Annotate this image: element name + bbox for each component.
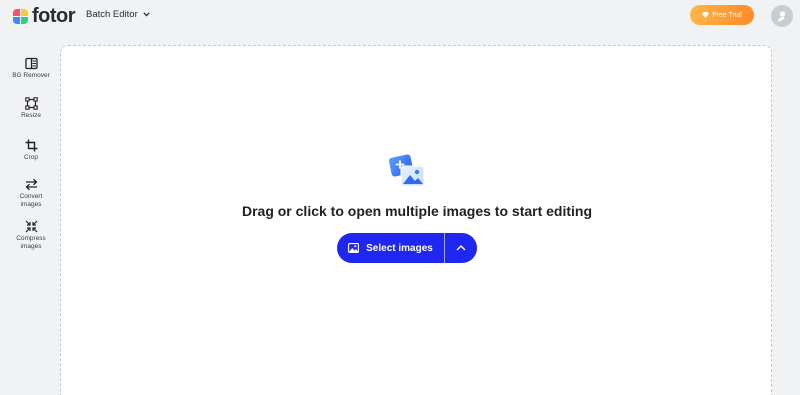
sidebar-item-convert-images[interactable]: Convert images [0,177,62,208]
image-icon [348,243,360,253]
crop-icon [24,138,38,152]
sidebar-item-crop[interactable]: Crop [0,138,62,162]
sidebar-item-bg-remover[interactable]: BG Remover [0,56,62,80]
select-images-label: Select images [366,242,433,254]
fotor-logo[interactable]: fotor [13,5,76,27]
upload-dropzone[interactable]: Drag or click to open multiple images to… [60,45,772,395]
free-trial-button[interactable]: Free Trial [690,5,754,25]
select-images-button[interactable]: Select images [337,233,445,263]
resize-icon [24,96,38,110]
bg-remover-icon [24,56,38,70]
free-trial-label: Free Trial [712,11,742,19]
editor-switch-dropdown[interactable]: Batch Editor [86,9,150,20]
sidebar-item-resize[interactable]: Resize [0,96,62,120]
sidebar-item-label: Compress images [16,235,46,250]
fotor-logo-mark [13,8,28,24]
top-bar: fotor Batch Editor Free Trial [0,0,800,32]
select-source-dropdown-button[interactable] [445,233,477,263]
chevron-up-icon [456,245,466,251]
compress-icon [24,219,38,233]
editor-switch-label: Batch Editor [86,9,138,20]
user-avatar[interactable] [771,5,793,27]
convert-icon [24,177,38,191]
upload-prompt: Drag or click to open multiple images to… [241,203,593,219]
select-images-split-button: Select images [337,233,477,263]
sidebar-item-compress-images[interactable]: Compress images [0,219,62,250]
sidebar-item-label: BG Remover [12,72,50,79]
sidebar-item-label: Crop [23,154,39,161]
sidebar-item-label: Resize [21,112,41,119]
logo-text: fotor [32,5,76,27]
user-placeholder-icon [778,11,786,22]
chevron-down-icon [143,12,150,17]
add-images-icon [388,153,426,194]
sidebar-item-label: Convert images [19,193,43,208]
diamond-icon [702,12,710,18]
